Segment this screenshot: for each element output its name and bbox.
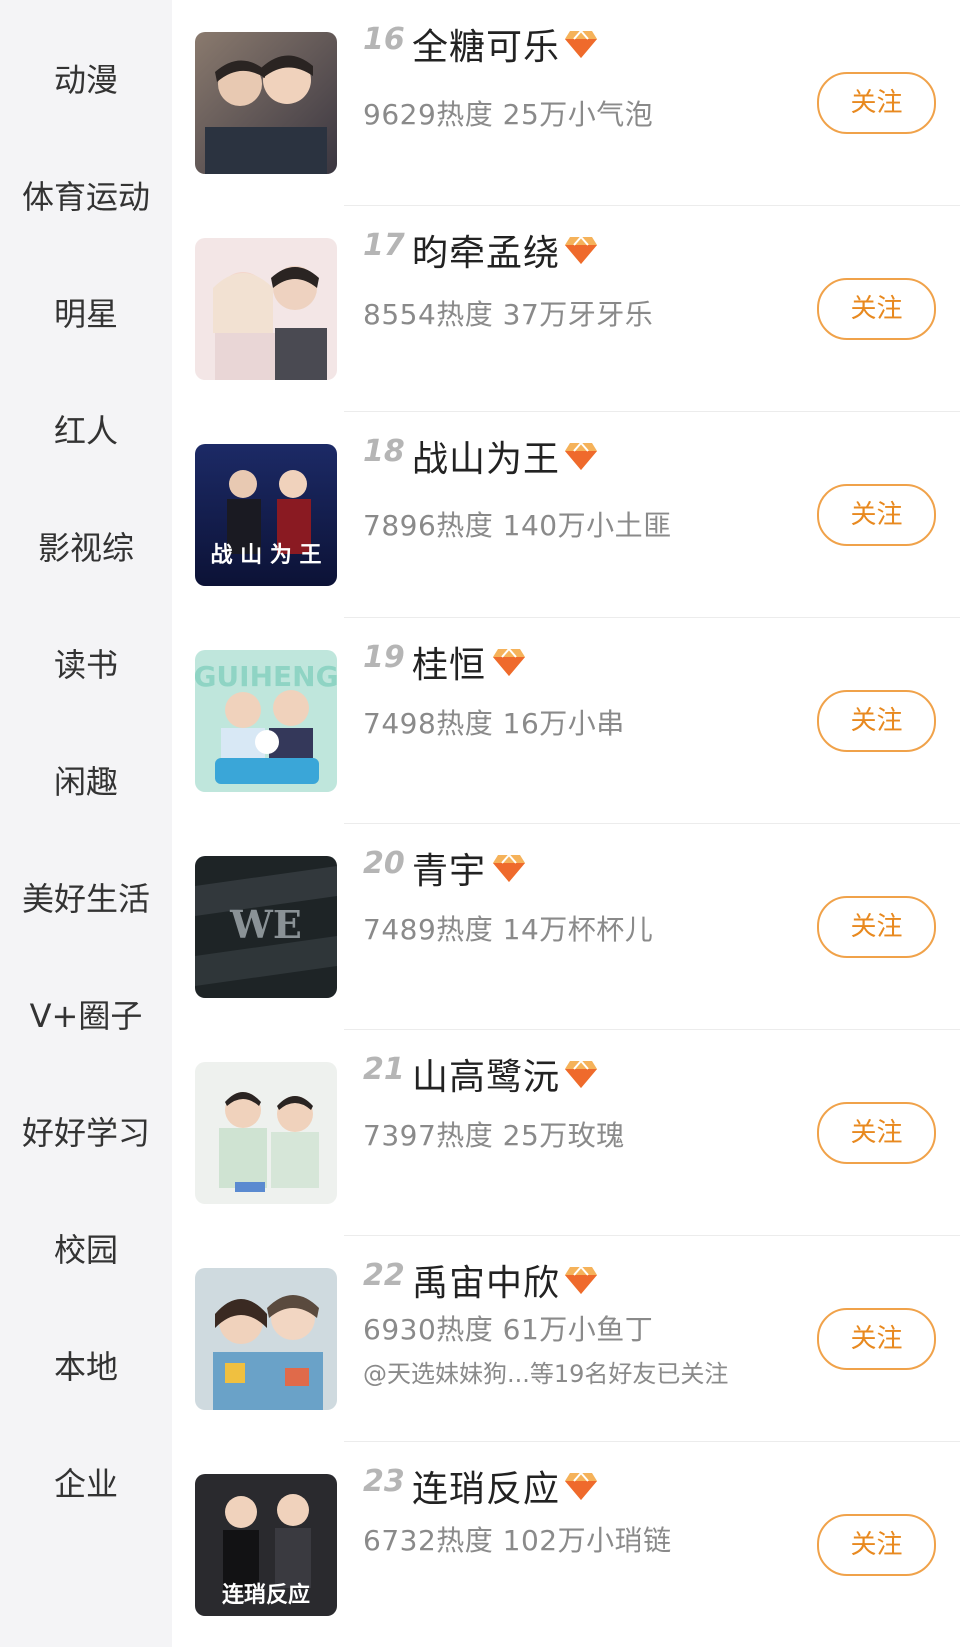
- topic-avatar[interactable]: GUIHENG: [195, 650, 337, 792]
- rank-number: 20: [363, 846, 405, 881]
- topic-avatar[interactable]: [195, 238, 337, 380]
- sidebar-item-reading[interactable]: 读书: [0, 645, 172, 685]
- sidebar-item-good-life[interactable]: 美好生活: [0, 879, 172, 919]
- sidebar-item-stars[interactable]: 明星: [0, 294, 172, 334]
- list-item[interactable]: 21 山高鹭沅 7397热度 25万玫瑰 关注: [172, 1030, 960, 1236]
- topic-stats: 7896热度 140万小土匪: [363, 509, 672, 542]
- sidebar-item-enterprise[interactable]: 企业: [0, 1464, 172, 1504]
- rank-number: 21: [363, 1052, 405, 1087]
- sidebar-item-influencers[interactable]: 红人: [0, 411, 172, 451]
- rank-number: 16: [363, 22, 405, 57]
- list-item[interactable]: 连琑反应 23 连琑反应 6732热度 102万小琑链 关注: [172, 1442, 960, 1647]
- topic-avatar[interactable]: 连琑反应: [195, 1474, 337, 1616]
- topic-stats: 7489热度 14万杯杯儿: [363, 913, 654, 946]
- topic-stats: 8554热度 37万牙牙乐: [363, 298, 654, 331]
- topic-avatar[interactable]: [195, 32, 337, 174]
- follow-button[interactable]: 关注: [817, 896, 936, 958]
- topic-stats: 6930热度 61万小鱼丁: [363, 1313, 654, 1346]
- follow-button[interactable]: 关注: [817, 690, 936, 752]
- sidebar-item-leisure[interactable]: 闲趣: [0, 762, 172, 802]
- svg-text:GUIHENG: GUIHENG: [195, 660, 337, 693]
- category-sidebar: 动漫 体育运动 明星 红人 影视综 读书 闲趣 美好生活 V+圈子 好好学习 校…: [0, 0, 172, 1647]
- rank-number: 22: [363, 1258, 405, 1293]
- friends-followed-text: @天选妹妹狗...等19名好友已关注: [363, 1360, 729, 1388]
- topic-avatar[interactable]: [195, 1062, 337, 1204]
- topic-stats: 7498热度 16万小串: [363, 707, 625, 740]
- ranking-list: 16 全糖可乐 9629热度 25万小气泡 关注 17 昀牵孟绕 8554热度 …: [172, 0, 960, 1647]
- topic-name[interactable]: 连琑反应: [412, 1460, 560, 1512]
- sidebar-item-film-tv[interactable]: 影视综: [0, 528, 172, 568]
- topic-name[interactable]: 全糖可乐: [412, 18, 560, 70]
- follow-button[interactable]: 关注: [817, 1102, 936, 1164]
- follow-button[interactable]: 关注: [817, 1308, 936, 1370]
- diamond-badge-icon: [564, 28, 598, 60]
- topic-stats: 6732热度 102万小琑链: [363, 1524, 672, 1557]
- diamond-badge-icon: [564, 234, 598, 266]
- rank-number: 19: [363, 640, 405, 675]
- follow-button[interactable]: 关注: [817, 484, 936, 546]
- list-item[interactable]: 22 禹宙中欣 6930热度 61万小鱼丁 @天选妹妹狗...等19名好友已关注…: [172, 1236, 960, 1442]
- diamond-badge-icon: [564, 1058, 598, 1090]
- list-item[interactable]: 战 山 为 王 18 战山为王 7896热度 140万小土匪 关注: [172, 412, 960, 618]
- list-item[interactable]: 17 昀牵孟绕 8554热度 37万牙牙乐 关注: [172, 206, 960, 412]
- list-item[interactable]: GUIHENG 19 桂恒 7498热度 16万小串 关注: [172, 618, 960, 824]
- follow-button[interactable]: 关注: [817, 278, 936, 340]
- follow-button[interactable]: 关注: [817, 72, 936, 134]
- topic-stats: 9629热度 25万小气泡: [363, 98, 654, 131]
- follow-button[interactable]: 关注: [817, 1514, 936, 1576]
- diamond-badge-icon: [564, 1470, 598, 1502]
- diamond-badge-icon: [564, 1264, 598, 1296]
- topic-name[interactable]: 桂恒: [412, 636, 486, 688]
- topic-name[interactable]: 青宇: [412, 842, 486, 894]
- rank-number: 18: [363, 434, 405, 469]
- topic-avatar[interactable]: [195, 1268, 337, 1410]
- sidebar-item-campus[interactable]: 校园: [0, 1230, 172, 1270]
- rank-number: 17: [363, 228, 405, 263]
- list-item[interactable]: 16 全糖可乐 9629热度 25万小气泡 关注: [172, 0, 960, 206]
- topic-name[interactable]: 昀牵孟绕: [412, 224, 560, 276]
- topic-name[interactable]: 禹宙中欣: [412, 1254, 560, 1306]
- sidebar-item-study[interactable]: 好好学习: [0, 1113, 172, 1153]
- sidebar-item-anime[interactable]: 动漫: [0, 60, 172, 100]
- svg-text:连琑反应: 连琑反应: [222, 1582, 310, 1608]
- topic-stats: 7397热度 25万玫瑰: [363, 1119, 625, 1152]
- diamond-badge-icon: [564, 440, 598, 472]
- topic-name[interactable]: 战山为王: [412, 430, 560, 482]
- topic-name[interactable]: 山高鹭沅: [412, 1048, 560, 1100]
- sidebar-item-v-plus-circle[interactable]: V+圈子: [0, 996, 172, 1036]
- sidebar-item-local[interactable]: 本地: [0, 1347, 172, 1387]
- svg-text:WE: WE: [229, 902, 302, 947]
- topic-avatar[interactable]: 战 山 为 王: [195, 444, 337, 586]
- supertopic-ranking-page: 动漫 体育运动 明星 红人 影视综 读书 闲趣 美好生活 V+圈子 好好学习 校…: [0, 0, 960, 1647]
- sidebar-item-sports[interactable]: 体育运动: [0, 177, 172, 217]
- rank-number: 23: [363, 1464, 405, 1499]
- svg-text:战 山 为 王: 战 山 为 王: [211, 542, 322, 568]
- diamond-badge-icon: [492, 852, 526, 884]
- diamond-badge-icon: [492, 646, 526, 678]
- list-item[interactable]: WE 20 青宇 7489热度 14万杯杯儿 关注: [172, 824, 960, 1030]
- topic-avatar[interactable]: WE: [195, 856, 337, 998]
